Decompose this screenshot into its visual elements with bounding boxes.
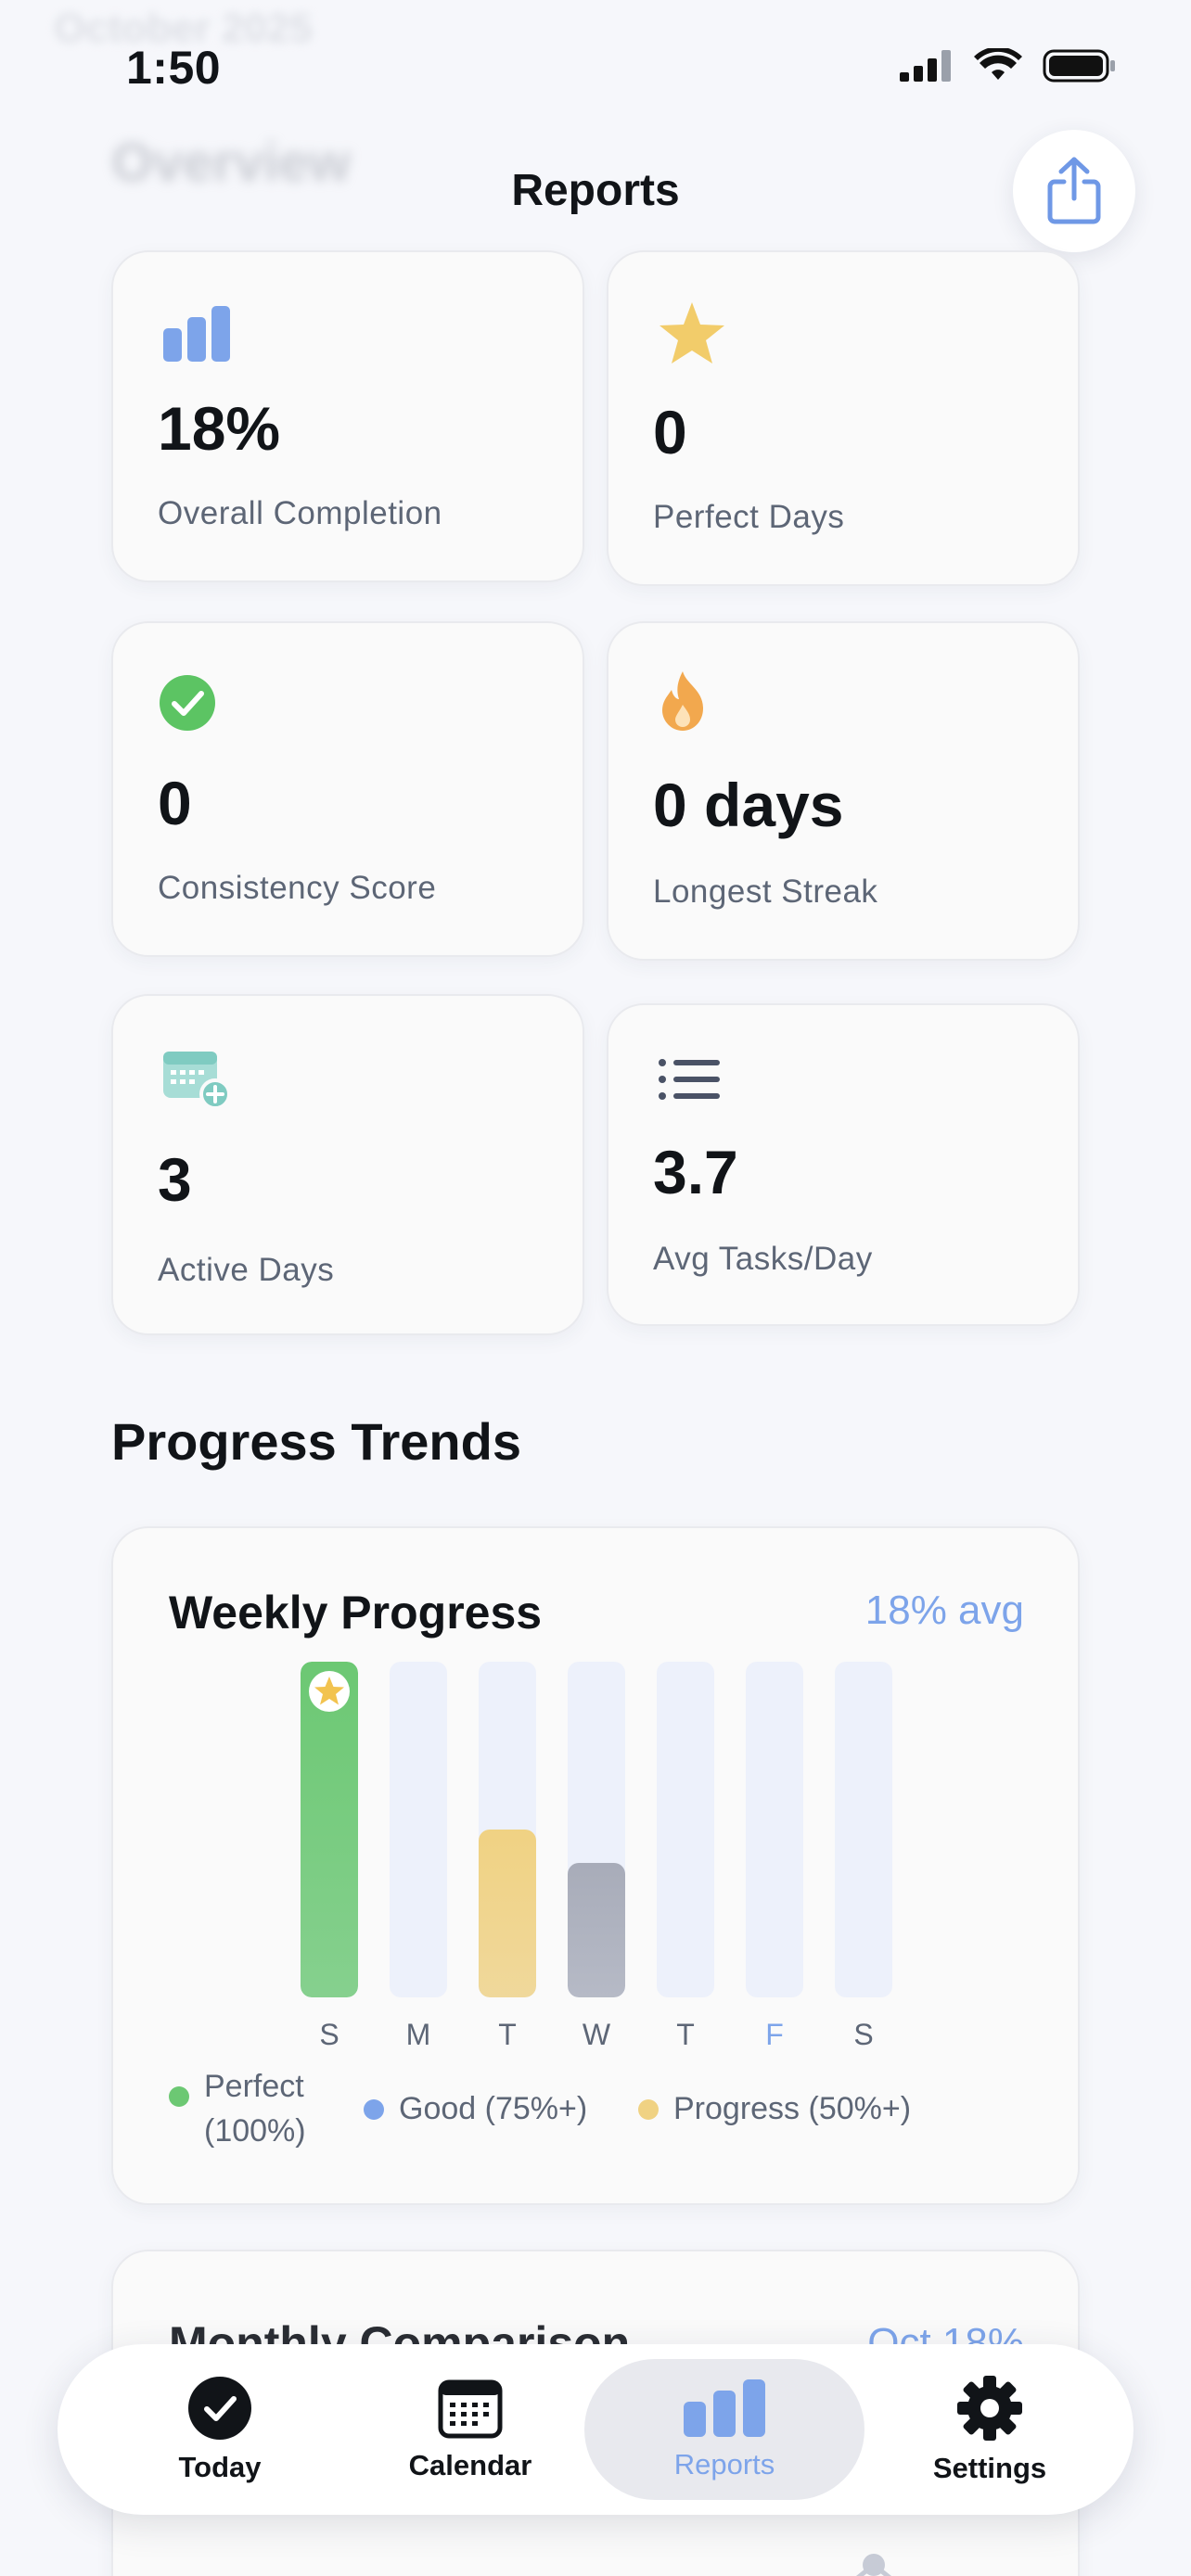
legend-dot (638, 2099, 659, 2120)
day-label: S (853, 2018, 874, 2051)
status-icons (900, 48, 1117, 83)
day-label: T (676, 2018, 695, 2051)
stat-card-perfect-days[interactable]: 0 Perfect Days (607, 250, 1080, 586)
bar-chart-icon (684, 2379, 765, 2437)
bar-fill (479, 1830, 536, 1997)
bar-track[interactable] (479, 1662, 536, 1997)
stat-card-longest-streak[interactable]: 0 days Longest Streak (607, 621, 1080, 961)
chart-title: Weekly Progress (169, 1587, 543, 1639)
gear-icon (957, 2376, 1022, 2441)
stat-value: 0 days (653, 771, 844, 839)
ghost-month-title: October 2025 (54, 6, 313, 51)
day-label: W (582, 2018, 611, 2051)
legend-label: Perfect (100%) (204, 2069, 306, 2149)
calendar-plus-icon (163, 1052, 231, 1110)
tab-label: Settings (932, 2452, 1047, 2484)
tab-label: Reports (673, 2448, 775, 2480)
tab-label: Calendar (408, 2449, 532, 2481)
legend-label: Progress (50%+) (673, 2091, 912, 2126)
stat-value: 0 (158, 769, 192, 837)
weekly-progress-card: Weekly Progress 18% avg S M T W T F S Perfect … (111, 1526, 1080, 2205)
bar-chart-icon (163, 306, 230, 362)
check-circle-icon (160, 675, 215, 731)
stat-label: Perfect Days (653, 499, 845, 535)
star-icon (309, 1671, 350, 1712)
stat-label: Overall Completion (158, 495, 442, 531)
list-icon (659, 1059, 720, 1100)
bar-track[interactable] (301, 1662, 358, 1997)
legend-item-perfect: Perfect (100%) (169, 2064, 306, 2153)
stat-label: Active Days (158, 1252, 335, 1288)
day-label: S (319, 2018, 339, 2051)
stat-card-consistency-score[interactable]: 0 Consistency Score (111, 621, 584, 957)
share-button[interactable] (1013, 130, 1135, 252)
stat-card-avg-tasks[interactable]: 3.7 Avg Tasks/Day (607, 1003, 1080, 1326)
bar-track[interactable] (390, 1662, 447, 1997)
bar-track[interactable] (835, 1662, 892, 1997)
day-label: F (765, 2018, 784, 2051)
stat-label: Consistency Score (158, 870, 437, 906)
section-title: Progress Trends (111, 1412, 521, 1471)
bar-fill (568, 1863, 625, 1997)
stat-label: Longest Streak (653, 874, 878, 910)
tab-today[interactable]: Today (113, 2344, 327, 2515)
wifi-icon (974, 48, 1022, 80)
stat-value: 3 (158, 1145, 192, 1214)
stat-label: Avg Tasks/Day (653, 1241, 873, 1277)
legend-item-good: Good (75%+) (364, 2086, 587, 2131)
battery-icon (1043, 49, 1115, 83)
chart-point-icon (855, 2554, 892, 2576)
flame-icon (662, 671, 703, 731)
tab-label: Today (178, 2451, 262, 2483)
signal-icon (900, 50, 951, 82)
tab-settings[interactable]: Settings (883, 2344, 1096, 2515)
bar-track[interactable] (657, 1662, 714, 1997)
legend-label: Good (75%+) (399, 2091, 588, 2126)
day-label: M (405, 2018, 431, 2051)
stat-value: 0 (653, 398, 687, 466)
share-icon (1047, 157, 1101, 224)
legend-dot (364, 2099, 384, 2120)
stat-card-overall-completion[interactable]: 18% Overall Completion (111, 250, 584, 582)
calendar-icon (438, 2379, 503, 2439)
bar-track[interactable] (568, 1662, 625, 1997)
legend-dot (169, 2086, 189, 2107)
bar-track[interactable] (746, 1662, 803, 1997)
check-circle-icon (188, 2377, 251, 2440)
legend-item-progress: Progress (50%+) (638, 2086, 911, 2131)
tab-bar: Today Calendar Reports Settings (58, 2344, 1133, 2515)
chart-average: 18% avg (864, 1588, 1024, 1633)
tab-reports[interactable]: Reports (584, 2359, 864, 2500)
stat-value: 18% (158, 394, 281, 463)
stat-card-active-days[interactable]: 3 Active Days (111, 994, 584, 1335)
stat-value: 3.7 (653, 1138, 738, 1206)
tab-calendar[interactable]: Calendar (364, 2344, 577, 2515)
day-label: T (498, 2018, 517, 2051)
star-icon (660, 302, 724, 363)
